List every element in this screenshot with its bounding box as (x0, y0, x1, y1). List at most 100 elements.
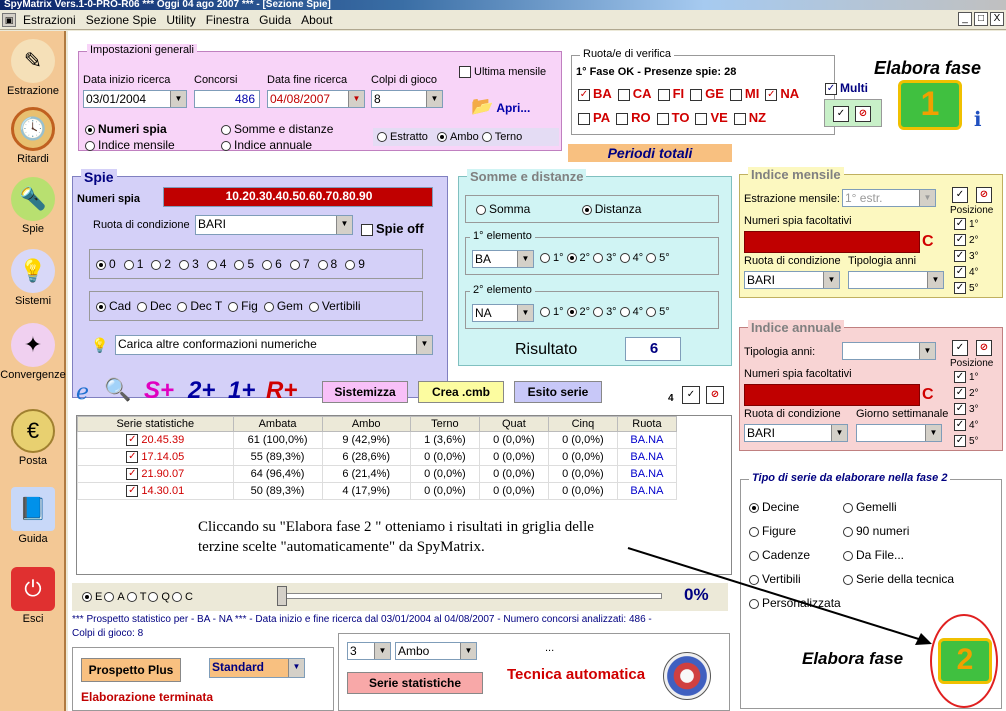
window-icon[interactable]: ▣ (2, 12, 16, 27)
sorte-estratto[interactable]: Estratto (377, 131, 428, 143)
sorte-terno[interactable]: Terno (481, 131, 522, 143)
progress-option-e[interactable]: E (82, 591, 102, 603)
chevron-down-icon[interactable]: ▼ (170, 91, 186, 107)
tipo-personalizzata-radio[interactable]: Personalizzata (749, 596, 841, 610)
sidebar-item-sistemi[interactable]: 💡 Sistemi (0, 249, 66, 307)
tecnica-sorte-select[interactable]: Ambo ▼ (395, 642, 477, 660)
posizione-5-checkbox[interactable]: ✓ 5° (954, 282, 979, 295)
digit-3-radio[interactable]: 3 (179, 257, 199, 271)
standard-select[interactable]: Standard ▼ (209, 658, 305, 678)
menu-estrazioni[interactable]: Estrazioni (18, 13, 81, 27)
ultima-mensile-checkbox[interactable]: Ultima mensile (459, 66, 546, 79)
grid-header-cell[interactable]: Quat (478, 416, 549, 432)
position-4-radio[interactable]: 4° (619, 306, 643, 318)
elabora-fase-1-button[interactable]: 1 (898, 80, 962, 130)
progress-option-a[interactable]: A (104, 591, 125, 603)
two-plus-button[interactable]: 2+ (188, 377, 215, 405)
grid-header-cell[interactable]: Ruota (616, 416, 678, 432)
ruota-pa-checkbox[interactable]: PA (578, 110, 610, 125)
somma-radio[interactable]: Somma (476, 202, 530, 216)
position-4-radio[interactable]: 4° (619, 252, 643, 264)
ie-icon[interactable]: ℯ (76, 379, 89, 405)
type-gem-radio[interactable]: Gem (263, 299, 303, 313)
chevron-down-icon[interactable]: ▼ (927, 272, 943, 288)
ruota-nz-checkbox[interactable]: NZ (733, 110, 766, 125)
chevron-down-icon[interactable]: ▼ (460, 643, 476, 659)
tipologia-annuale-select[interactable]: ▼ (842, 342, 936, 360)
check-icon[interactable]: ✓ (682, 386, 700, 404)
ruota-ba-checkbox[interactable]: ✓ BA (578, 86, 612, 101)
type-dec-t-radio[interactable]: Dec T (177, 299, 222, 313)
chevron-down-icon[interactable]: ▼ (919, 190, 935, 206)
concorsi-field[interactable]: 486 (194, 90, 260, 108)
table-row[interactable]: ✓ 17.14.05 55 (89,3%) 6 (28,6%) 0 (0,0%) 0 (0… (77, 448, 678, 466)
distanza-radio[interactable]: Distanza (581, 202, 641, 216)
chevron-down-icon[interactable]: ▼ (919, 343, 935, 359)
tipo-vertibili-radio[interactable]: Vertibili (749, 572, 801, 586)
grid-header-cell[interactable]: Terno (409, 416, 480, 432)
r-plus-button[interactable]: R+ (266, 377, 297, 405)
sidebar-item-posta[interactable]: € Posta (0, 409, 66, 467)
type-vertibili-radio[interactable]: Vertibili (308, 299, 361, 313)
menu-guida[interactable]: Guida (254, 13, 296, 27)
type-dec-radio[interactable]: Dec (137, 299, 171, 313)
type-fig-radio[interactable]: Fig (228, 299, 258, 313)
posizione-3-checkbox[interactable]: ✓ 3° (954, 403, 979, 416)
posizione-1-checkbox[interactable]: ✓ 1° (954, 371, 979, 384)
row-checkbox[interactable]: ✓ (126, 451, 139, 464)
ruota-to-checkbox[interactable]: TO (656, 110, 689, 125)
check-icon[interactable]: ✓ (833, 106, 849, 122)
tipologia-select[interactable]: ▼ (848, 271, 944, 289)
c-button[interactable]: C (922, 386, 934, 404)
ruota-ge-checkbox[interactable]: GE (690, 86, 724, 101)
elemento-2-ruota[interactable]: NA ▼ (472, 304, 534, 322)
chevron-down-icon[interactable]: ▼ (831, 425, 847, 441)
grid-header-cell[interactable]: Ambata (232, 416, 323, 432)
minimize-button[interactable]: _ (958, 12, 972, 26)
mode-numeri-spia[interactable]: Numeri spia (85, 122, 167, 136)
check-icon[interactable]: ✓ (952, 187, 968, 203)
multi-checkbox[interactable]: ✓ Multi (825, 81, 868, 95)
digit-2-radio[interactable]: 2 (151, 257, 171, 271)
colpi-field[interactable]: 8 ▼ (371, 90, 443, 108)
position-1-radio[interactable]: 1° (540, 252, 564, 264)
chevron-down-icon[interactable]: ▼ (374, 643, 390, 659)
mode-somme-distanze[interactable]: Somme e distanze (221, 122, 333, 136)
maximize-button[interactable]: □ (974, 12, 988, 26)
digit-0-radio[interactable]: 0 (96, 257, 116, 271)
mode-indice-mensile[interactable]: Indice mensile (85, 138, 175, 152)
info-icon[interactable]: ℹ (974, 107, 982, 132)
digit-7-radio[interactable]: 7 (289, 257, 310, 271)
progress-option-c[interactable]: C (171, 591, 193, 603)
tipo-90-numeri-radio[interactable]: 90 numeri (843, 524, 909, 538)
posizione-4-checkbox[interactable]: ✓ 4° (954, 266, 979, 279)
chevron-down-icon[interactable]: ▼ (336, 216, 352, 234)
tecnica-num-select[interactable]: 3 ▼ (347, 642, 391, 660)
position-2-radio[interactable]: 2° (566, 252, 590, 264)
target-icon[interactable] (663, 652, 711, 700)
type-cad-radio[interactable]: Cad (96, 299, 131, 313)
data-fine-field[interactable]: 04/08/2007 ▼ (267, 90, 365, 108)
crea-cmb-button[interactable]: Crea .cmb (418, 381, 504, 403)
progress-option-q[interactable]: Q (148, 591, 170, 603)
slider-handle[interactable] (277, 586, 287, 606)
numeri-spia-field[interactable]: 10.20.30.40.50.60.70.80.90 (163, 187, 433, 207)
menu-sezione-spie[interactable]: Sezione Spie (81, 13, 162, 27)
ruota-annuale-select[interactable]: BARI ▼ (744, 424, 848, 442)
posizione-3-checkbox[interactable]: ✓ 3° (954, 250, 979, 263)
posizione-4-checkbox[interactable]: ✓ 4° (954, 419, 979, 432)
sistemizza-button[interactable]: Sistemizza (322, 381, 408, 403)
elabora-fase-2-button[interactable]: 2 (938, 638, 992, 684)
cancel-icon[interactable]: ⊘ (976, 187, 992, 203)
menu-utility[interactable]: Utility (161, 13, 200, 27)
sidebar-item-ritardi[interactable]: 🕓 Ritardi (0, 107, 66, 165)
facolt-field[interactable] (744, 231, 920, 253)
cancel-icon[interactable]: ⊘ (706, 386, 724, 404)
row-checkbox[interactable]: ✓ (126, 485, 139, 498)
tipo-figure-radio[interactable]: Figure (749, 524, 796, 538)
posizione-2-checkbox[interactable]: ✓ 2° (954, 234, 979, 247)
tipo-gemelli-radio[interactable]: Gemelli (843, 500, 897, 514)
position-5-radio[interactable]: 5° (646, 306, 670, 318)
sorte-ambo[interactable]: Ambo (436, 131, 479, 143)
chevron-down-icon[interactable]: ▼ (925, 425, 941, 441)
